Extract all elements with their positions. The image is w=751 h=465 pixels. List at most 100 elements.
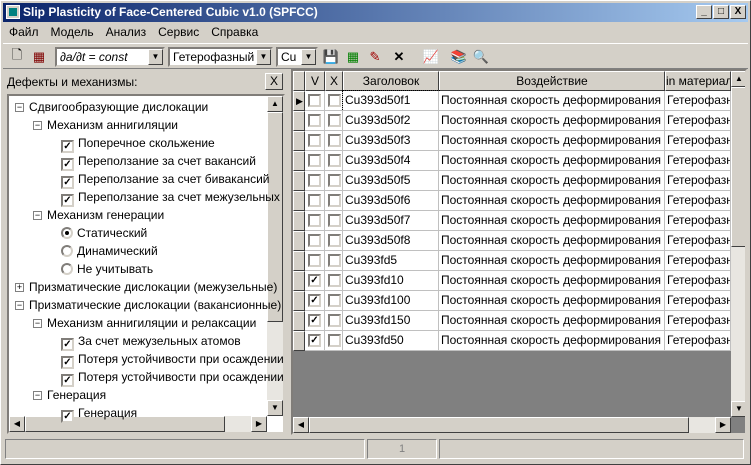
cell-action[interactable]: Постоянная скорость деформирования — [439, 131, 665, 151]
cell-title[interactable]: Cu393d50f6 — [343, 191, 439, 211]
scroll-right-icon[interactable]: ▶ — [251, 416, 267, 432]
row-v-checkbox[interactable]: ✓ — [308, 274, 321, 287]
cell-material[interactable]: Гетерофазный — [665, 191, 731, 211]
tree-radio[interactable] — [61, 245, 73, 257]
row-x-checkbox[interactable] — [328, 294, 341, 307]
column-header-material[interactable]: in материал — [665, 71, 731, 91]
row-x-checkbox[interactable] — [328, 134, 341, 147]
menu-file[interactable]: Файл — [3, 23, 45, 41]
cell-action[interactable]: Постоянная скорость деформирования — [439, 251, 665, 271]
panel-close-button[interactable]: X — [265, 73, 283, 90]
row-indicator[interactable] — [293, 171, 305, 191]
grid-cell[interactable] — [325, 111, 343, 131]
cell-material[interactable]: Гетерофазный — [665, 251, 731, 271]
scroll-up-icon[interactable]: ▲ — [267, 96, 283, 112]
grid-cell[interactable] — [325, 191, 343, 211]
new-file-icon[interactable]: 🗋 — [7, 47, 27, 67]
row-v-checkbox[interactable] — [308, 214, 321, 227]
grid-cell[interactable]: ✓ — [305, 311, 325, 331]
scroll-down-icon[interactable]: ▼ — [731, 401, 745, 417]
cell-material[interactable]: Гетерофазный — [665, 291, 731, 311]
scroll-left-icon[interactable]: ◀ — [293, 417, 309, 433]
title-bar[interactable]: Slip Plasticity of Face-Centered Cubic v… — [3, 3, 748, 22]
cell-title[interactable]: Cu393d50f4 — [343, 151, 439, 171]
minimize-button[interactable]: _ — [696, 5, 712, 19]
column-header-action[interactable]: Воздействие — [439, 71, 665, 91]
cell-title[interactable]: Cu393fd10 — [343, 271, 439, 291]
row-v-checkbox[interactable] — [308, 114, 321, 127]
cell-title[interactable]: Cu393d50f8 — [343, 231, 439, 251]
collapse-icon[interactable]: − — [33, 391, 42, 400]
cell-material[interactable]: Гетерофазный — [665, 271, 731, 291]
maximize-button[interactable]: □ — [713, 5, 729, 19]
grid-cell[interactable] — [325, 151, 343, 171]
row-x-checkbox[interactable] — [328, 94, 341, 107]
grid-cell[interactable] — [325, 91, 343, 111]
row-v-checkbox[interactable] — [308, 94, 321, 107]
delete-icon[interactable]: ✕ — [389, 47, 409, 67]
grid-cell[interactable] — [325, 331, 343, 351]
column-header-title[interactable]: Заголовок — [343, 71, 439, 91]
chevron-down-icon[interactable]: ▼ — [256, 49, 271, 65]
cell-action[interactable]: Постоянная скорость деформирования — [439, 191, 665, 211]
row-v-checkbox[interactable] — [308, 154, 321, 167]
row-x-checkbox[interactable] — [328, 274, 341, 287]
tree-radio[interactable] — [61, 263, 73, 275]
grid-cell[interactable] — [305, 231, 325, 251]
grid-cell[interactable]: ✓ — [305, 271, 325, 291]
menu-help[interactable]: Справка — [205, 23, 264, 41]
cell-material[interactable]: Гетерофазный — [665, 231, 731, 251]
chevron-down-icon[interactable]: ▼ — [301, 49, 316, 65]
column-header-x[interactable]: X — [325, 71, 343, 91]
chart-icon[interactable]: 📈 — [421, 47, 441, 67]
cell-action[interactable]: Постоянная скорость деформирования — [439, 331, 665, 351]
row-v-checkbox[interactable] — [308, 194, 321, 207]
cell-title[interactable]: Cu393d50f2 — [343, 111, 439, 131]
grid-cell[interactable] — [305, 251, 325, 271]
row-x-checkbox[interactable] — [328, 234, 341, 247]
cell-material[interactable]: Гетерофазный — [665, 171, 731, 191]
grid-cell[interactable] — [325, 231, 343, 251]
cell-action[interactable]: Постоянная скорость деформирования — [439, 211, 665, 231]
grid-cell[interactable] — [305, 191, 325, 211]
menu-analysis[interactable]: Анализ — [100, 23, 153, 41]
cell-material[interactable]: Гетерофазный — [665, 91, 731, 111]
row-indicator[interactable] — [293, 231, 305, 251]
grid-icon[interactable]: ▦ — [343, 47, 363, 67]
cell-action[interactable]: Постоянная скорость деформирования — [439, 151, 665, 171]
chevron-down-icon[interactable]: ▼ — [148, 49, 163, 65]
cell-action[interactable]: Постоянная скорость деформирования — [439, 311, 665, 331]
row-indicator[interactable] — [293, 191, 305, 211]
row-indicator[interactable] — [293, 271, 305, 291]
tree-checkbox[interactable]: ✓ — [61, 410, 74, 423]
cell-title[interactable]: Cu393fd5 — [343, 251, 439, 271]
cell-material[interactable]: Гетерофазный — [665, 331, 731, 351]
menu-service[interactable]: Сервис — [152, 23, 205, 41]
grid-cell[interactable] — [305, 131, 325, 151]
cell-action[interactable]: Постоянная скорость деформирования — [439, 231, 665, 251]
cell-material[interactable]: Гетерофазный — [665, 111, 731, 131]
grid-cell[interactable] — [325, 211, 343, 231]
cell-action[interactable]: Постоянная скорость деформирования — [439, 271, 665, 291]
grid-cell[interactable]: ✓ — [305, 331, 325, 351]
grid-cell[interactable]: ✓ — [305, 291, 325, 311]
cell-title[interactable]: Cu393d50f7 — [343, 211, 439, 231]
row-indicator[interactable] — [293, 331, 305, 351]
scroll-down-icon[interactable]: ▼ — [267, 400, 283, 416]
phase-combo[interactable]: Гетерофазный ▼ — [168, 47, 273, 67]
mechanisms-tree[interactable]: ▲ ▼ ◀ ▶ − Сдвигообразующие дислокации − Мех… — [7, 94, 285, 434]
grid-cell[interactable] — [325, 251, 343, 271]
cell-action[interactable]: Постоянная скорость деформирования — [439, 111, 665, 131]
grid-cell[interactable] — [325, 311, 343, 331]
grid-horizontal-scrollbar[interactable]: ◀ ▶ — [293, 417, 731, 433]
cell-title[interactable]: Cu393d50f5 — [343, 171, 439, 191]
scroll-right-icon[interactable]: ▶ — [715, 417, 731, 433]
collapse-icon[interactable]: − — [15, 301, 24, 310]
cell-material[interactable]: Гетерофазный — [665, 151, 731, 171]
row-x-checkbox[interactable] — [328, 194, 341, 207]
grid-cell[interactable] — [305, 91, 325, 111]
row-x-checkbox[interactable] — [328, 174, 341, 187]
row-v-checkbox[interactable] — [308, 254, 321, 267]
experiments-grid[interactable]: V X Заголовок Воздействие in материал ▶ Cu393d… — [291, 69, 747, 435]
cell-title[interactable]: Cu393fd150 — [343, 311, 439, 331]
